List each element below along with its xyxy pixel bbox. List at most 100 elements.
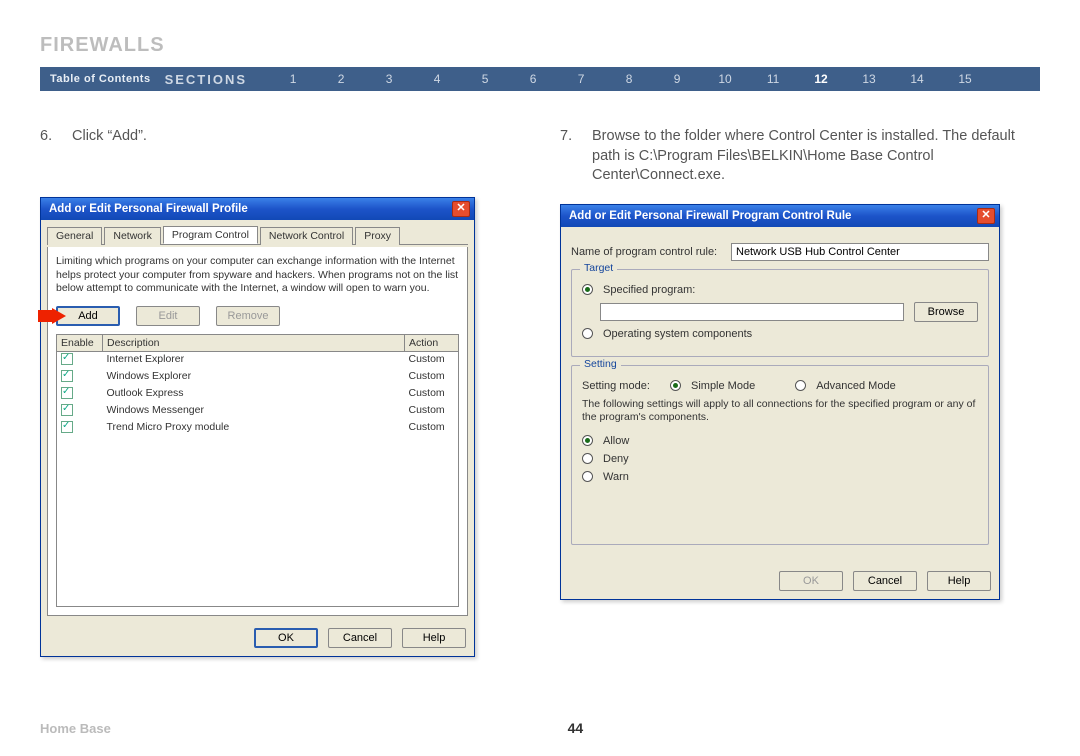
help-button[interactable]: Help (927, 571, 991, 591)
radio-warn[interactable] (582, 471, 593, 482)
browse-button[interactable]: Browse (914, 302, 978, 322)
ok-button[interactable]: OK (254, 628, 318, 648)
section-link-15[interactable]: 15 (941, 72, 989, 86)
step-text: Browse to the folder where Control Cente… (592, 127, 1040, 186)
section-link-5[interactable]: 5 (461, 72, 509, 86)
remove-button[interactable]: Remove (216, 306, 280, 326)
edit-button[interactable]: Edit (136, 306, 200, 326)
program-path-input[interactable] (600, 303, 904, 321)
program-list-table[interactable]: Enable Description Action Internet Explo… (56, 334, 459, 608)
dialog-tabs: General Network Program Control Network … (47, 226, 468, 245)
step-number: 7. (560, 127, 580, 186)
cell-description: Trend Micro Proxy module (103, 420, 405, 437)
step-number: 6. (40, 127, 60, 179)
close-icon[interactable]: ✕ (452, 201, 470, 217)
tab-general[interactable]: General (47, 227, 102, 245)
rule-name-label: Name of program control rule: (571, 246, 721, 258)
page-title: FIREWALLS (40, 34, 1040, 57)
step-6: 6. Click “Add”. (40, 127, 520, 179)
firewall-profile-dialog: Add or Edit Personal Firewall Profile ✕ … (40, 197, 475, 657)
radio-simple-mode[interactable] (670, 380, 681, 391)
cell-description: Outlook Express (103, 386, 405, 403)
col-enable[interactable]: Enable (57, 334, 103, 351)
radio-specified-program[interactable] (582, 284, 593, 295)
radio-deny[interactable] (582, 453, 593, 464)
col-action[interactable]: Action (405, 334, 459, 351)
cell-description: Windows Messenger (103, 403, 405, 420)
ok-button[interactable]: OK (779, 571, 843, 591)
setting-fieldset: Setting Setting mode: Simple Mode Advanc… (571, 365, 989, 545)
rule-name-row: Name of program control rule: (571, 243, 989, 261)
section-link-6[interactable]: 6 (509, 72, 557, 86)
section-link-3[interactable]: 3 (365, 72, 413, 86)
checkbox-icon[interactable] (61, 404, 73, 416)
help-button[interactable]: Help (402, 628, 466, 648)
radio-deny-label: Deny (603, 453, 629, 465)
radio-advanced-mode-label: Advanced Mode (816, 380, 896, 392)
table-row[interactable]: Windows Messenger Custom (57, 403, 459, 420)
section-link-9[interactable]: 9 (653, 72, 701, 86)
section-link-4[interactable]: 4 (413, 72, 461, 86)
cancel-button[interactable]: Cancel (328, 628, 392, 648)
section-link-8[interactable]: 8 (605, 72, 653, 86)
section-link-1[interactable]: 1 (269, 72, 317, 86)
section-link-7[interactable]: 7 (557, 72, 605, 86)
table-row[interactable]: Windows Explorer Custom (57, 369, 459, 386)
section-nav-bar: Table of Contents SECTIONS 1 2 3 4 5 6 7… (40, 67, 1040, 91)
cell-description: Internet Explorer (103, 351, 405, 369)
radio-allow[interactable] (582, 435, 593, 446)
table-row[interactable]: Internet Explorer Custom (57, 351, 459, 369)
setting-legend: Setting (580, 358, 621, 370)
table-row[interactable]: Trend Micro Proxy module Custom (57, 420, 459, 437)
target-legend: Target (580, 262, 617, 274)
section-link-11[interactable]: 11 (749, 72, 797, 86)
section-link-13[interactable]: 13 (845, 72, 893, 86)
cell-action: Custom (405, 386, 459, 403)
cell-description: Windows Explorer (103, 369, 405, 386)
cell-action: Custom (405, 403, 459, 420)
radio-os-components-label: Operating system components (603, 328, 752, 340)
page-number: 44 (568, 720, 584, 736)
section-link-10[interactable]: 10 (701, 72, 749, 86)
rule-name-input[interactable] (731, 243, 989, 261)
cancel-button[interactable]: Cancel (853, 571, 917, 591)
cell-action: Custom (405, 420, 459, 437)
section-link-2[interactable]: 2 (317, 72, 365, 86)
callout-arrow-icon (38, 308, 66, 324)
setting-mode-label: Setting mode: (582, 380, 660, 392)
step-7: 7. Browse to the folder where Control Ce… (560, 127, 1040, 186)
radio-simple-mode-label: Simple Mode (691, 380, 755, 392)
toc-link[interactable]: Table of Contents (50, 73, 151, 85)
setting-description: The following settings will apply to all… (582, 398, 978, 425)
tab-network-control[interactable]: Network Control (260, 227, 353, 245)
radio-os-components[interactable] (582, 328, 593, 339)
footer-doc-name: Home Base (40, 721, 111, 736)
col-description[interactable]: Description (103, 334, 405, 351)
tab-program-control[interactable]: Program Control (163, 226, 258, 244)
info-paragraph: Limiting which programs on your computer… (56, 255, 459, 296)
checkbox-icon[interactable] (61, 353, 73, 365)
step-text: Click “Add”. (72, 127, 520, 179)
tab-proxy[interactable]: Proxy (355, 227, 400, 245)
target-fieldset: Target Specified program: Browse Operati… (571, 269, 989, 357)
program-rule-dialog: Add or Edit Personal Firewall Program Co… (560, 204, 1000, 600)
checkbox-icon[interactable] (61, 421, 73, 433)
section-link-14[interactable]: 14 (893, 72, 941, 86)
close-icon[interactable]: ✕ (977, 208, 995, 224)
radio-allow-label: Allow (603, 435, 629, 447)
radio-advanced-mode[interactable] (795, 380, 806, 391)
dialog-title: Add or Edit Personal Firewall Profile (49, 203, 452, 215)
checkbox-icon[interactable] (61, 387, 73, 399)
sections-label: SECTIONS (165, 72, 247, 87)
cell-action: Custom (405, 369, 459, 386)
dialog-title: Add or Edit Personal Firewall Program Co… (569, 210, 977, 222)
tab-network[interactable]: Network (104, 227, 161, 245)
checkbox-icon[interactable] (61, 370, 73, 382)
dialog-titlebar[interactable]: Add or Edit Personal Firewall Profile ✕ (41, 198, 474, 220)
radio-warn-label: Warn (603, 471, 629, 483)
section-link-12[interactable]: 12 (797, 72, 845, 86)
radio-specified-program-label: Specified program: (603, 284, 695, 296)
dialog-titlebar[interactable]: Add or Edit Personal Firewall Program Co… (561, 205, 999, 227)
cell-action: Custom (405, 351, 459, 369)
table-row[interactable]: Outlook Express Custom (57, 386, 459, 403)
